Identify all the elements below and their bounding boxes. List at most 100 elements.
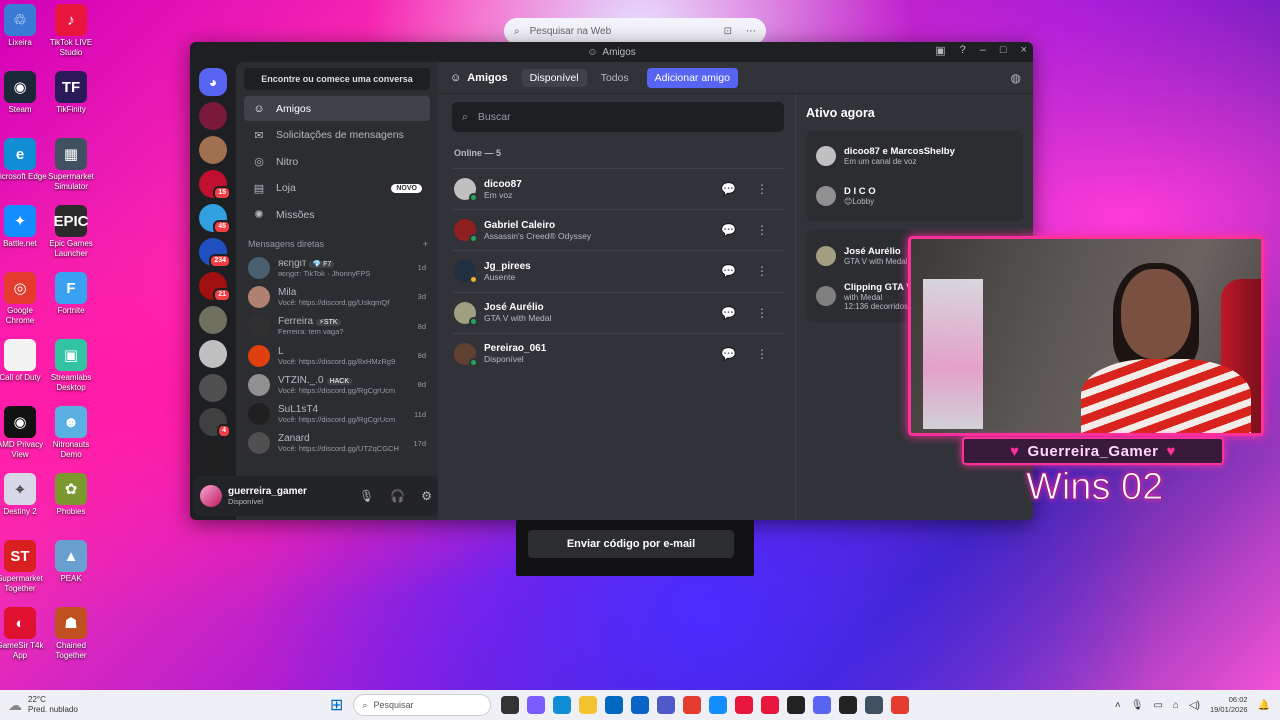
- help-icon[interactable]: ?: [960, 44, 966, 57]
- desktop-shortcut[interactable]: TF TikFinity: [46, 71, 96, 138]
- visual-search-icon[interactable]: ⊡: [724, 26, 732, 37]
- dm-list-item[interactable]: яєηgιт 💎 F7 яєηgιт: TikTok · JhonnyFPS 1d: [244, 253, 430, 282]
- more-options-icon[interactable]: ⋮: [756, 182, 768, 196]
- nav-quests[interactable]: ✺ Missões: [244, 202, 430, 227]
- desktop-shortcut[interactable]: ☻ Nitronauts Demo: [46, 406, 96, 473]
- discord-home-button[interactable]: ◕: [199, 68, 227, 96]
- gear-icon[interactable]: ⚙: [421, 489, 432, 503]
- message-icon[interactable]: 💬: [721, 264, 736, 278]
- server-icon[interactable]: [199, 374, 227, 402]
- active-card[interactable]: dicoo87 e MarcosShelby Em um canal de voz…: [806, 130, 1023, 222]
- desktop-shortcut[interactable]: ✿ Phobies: [46, 473, 96, 540]
- headphones-icon[interactable]: 🎧: [390, 489, 405, 503]
- message-icon[interactable]: 💬: [721, 347, 736, 361]
- taskbar-search[interactable]: ⌕ Pesquisar: [353, 694, 492, 716]
- more-icon[interactable]: ⋯: [746, 26, 756, 37]
- nav-message-requests[interactable]: ✉ Solicitações de mensagens: [244, 123, 430, 148]
- windows-start-icon[interactable]: ⊞: [330, 695, 343, 715]
- server-icon[interactable]: [199, 340, 227, 368]
- add-friend-button[interactable]: Adicionar amigo: [646, 67, 738, 88]
- friend-row[interactable]: dicoo87 Em voz 💬 ⋮: [452, 168, 784, 209]
- desktop-shortcut[interactable]: ◉ AMD Privacy View: [0, 406, 44, 473]
- edge-icon[interactable]: [553, 696, 572, 714]
- friend-row[interactable]: José Aurélio GTA V with Medal 💬 ⋮: [452, 291, 784, 333]
- dm-list-item[interactable]: VTZIN._.0 HACK Você: https://discord.gg/Rg…: [244, 370, 430, 399]
- monitor-icon[interactable]: ▭: [1153, 700, 1162, 711]
- volume-icon[interactable]: ◁): [1189, 700, 1200, 711]
- copilot-icon[interactable]: [527, 696, 546, 714]
- desktop-shortcut[interactable]: ♪ TikTok LIVE Studio: [46, 4, 96, 71]
- dm-list-item[interactable]: Zanard Você: https://discord.gg/UTZqCGCH 1…: [244, 429, 430, 458]
- network-icon[interactable]: ⌂: [1173, 700, 1179, 711]
- desktop-shortcut[interactable]: ◉ Steam: [0, 71, 44, 138]
- nav-shop[interactable]: ▤ Loja NOVO: [244, 176, 430, 201]
- inbox-icon[interactable]: ▣: [935, 44, 945, 57]
- store-icon[interactable]: [605, 696, 624, 714]
- friend-row[interactable]: Jg_pirees Ausente 💬 ⋮: [452, 250, 784, 291]
- desktop-shortcut[interactable]: ▲ PEAK: [46, 540, 96, 607]
- google-icon[interactable]: [683, 696, 702, 714]
- server-icon[interactable]: [199, 102, 227, 130]
- dm-list-item[interactable]: L Você: https://discord.gg/8xHMzRg9 8d: [244, 341, 430, 370]
- message-icon[interactable]: 💬: [721, 306, 736, 320]
- desktop-shortcut[interactable]: ☗ Chained Together: [46, 607, 96, 674]
- active-now-item[interactable]: dicoo87 e MarcosShelby Em um canal de voz: [816, 136, 1013, 176]
- microphone-icon[interactable]: 🎙: [359, 489, 374, 503]
- file-explorer-icon[interactable]: [579, 696, 598, 714]
- more-options-icon[interactable]: ⋮: [756, 223, 768, 237]
- more-options-icon[interactable]: ⋮: [756, 347, 768, 361]
- desktop-shortcut[interactable]: e Microsoft Edge: [0, 138, 47, 205]
- more-options-icon[interactable]: ⋮: [756, 306, 768, 320]
- friend-row[interactable]: Gabriel Caleiro Assassin's Creed® Odyssey…: [452, 209, 784, 250]
- desktop-shortcut[interactable]: ST Supermarket Together: [0, 540, 44, 607]
- message-icon[interactable]: 💬: [721, 223, 736, 237]
- weather-widget[interactable]: ☁ 22°C Pred. nublado: [0, 695, 200, 715]
- outlook-icon[interactable]: [631, 696, 650, 714]
- tiktok-icon[interactable]: [735, 696, 754, 714]
- avatar[interactable]: [200, 485, 222, 507]
- terminal-icon[interactable]: [787, 696, 806, 714]
- close-button[interactable]: ×: [1021, 44, 1027, 57]
- server-icon[interactable]: 15: [199, 170, 231, 200]
- message-icon[interactable]: 💬: [721, 182, 736, 196]
- new-dm-icon[interactable]: +: [423, 239, 428, 249]
- send-email-code-button[interactable]: Enviar código por e-mail: [528, 530, 734, 558]
- dm-list-item[interactable]: SuL1sT4 Você: https://discord.gg/RgCgrUcm…: [244, 399, 430, 428]
- tab-all[interactable]: Todos: [593, 69, 637, 87]
- server-icon[interactable]: 234: [199, 238, 231, 268]
- desktop-shortcut[interactable]: EPIC Epic Games Launcher: [46, 205, 96, 272]
- call-of-duty-icon[interactable]: [839, 696, 858, 714]
- teams-icon[interactable]: [657, 696, 676, 714]
- server-icon[interactable]: 21: [199, 272, 231, 302]
- desktop-shortcut[interactable]: ◐ GameSir T4k App: [0, 607, 44, 674]
- tab-available[interactable]: Disponível: [521, 68, 587, 87]
- notification-bell-icon[interactable]: 🔔: [1258, 700, 1270, 711]
- clock[interactable]: 06:02 19/01/2026: [1210, 695, 1248, 715]
- desktop-shortcut[interactable]: ▦ Supermarket Simulator: [46, 138, 96, 205]
- nav-friends[interactable]: ☺ Amigos: [244, 96, 430, 121]
- microphone-icon[interactable]: 🎙: [1131, 700, 1144, 711]
- supermarket-sim-icon[interactable]: [865, 696, 884, 714]
- server-icon[interactable]: [199, 136, 227, 164]
- server-icon[interactable]: 45: [199, 204, 231, 234]
- battlenet-icon[interactable]: [709, 696, 728, 714]
- desktop-shortcut[interactable]: ◎ Google Chrome: [0, 272, 44, 339]
- desktop-shortcut[interactable]: ⌖ Destiny 2: [0, 473, 44, 540]
- web-search-bar[interactable]: ⌕ Pesquisar na Web ⊡ ⋯: [504, 18, 766, 44]
- server-icon[interactable]: [199, 306, 227, 334]
- dm-list-item[interactable]: Mila Você: https://discord.gg/UskqmQf 3d: [244, 282, 430, 311]
- dm-list-item[interactable]: Ferreira ⚡STK Ferreira: tem vaga? 8d: [244, 312, 430, 341]
- server-icon[interactable]: [199, 442, 227, 470]
- task-view-icon[interactable]: [501, 696, 520, 714]
- maximize-button[interactable]: □: [1000, 44, 1007, 57]
- chrome-icon[interactable]: [891, 696, 910, 714]
- new-group-dm-icon[interactable]: ◍: [1011, 71, 1021, 85]
- desktop-shortcut[interactable]: ▣ Streamlabs Desktop: [46, 339, 96, 406]
- tikfinity-icon[interactable]: [761, 696, 780, 714]
- server-icon[interactable]: 4: [199, 408, 231, 438]
- chevron-up-icon[interactable]: ˄: [1115, 700, 1121, 711]
- desktop-shortcut[interactable]: ♲ Lixeira: [0, 4, 44, 71]
- more-options-icon[interactable]: ⋮: [756, 264, 768, 278]
- active-now-item[interactable]: D I C O 😊Lobby: [816, 176, 1013, 216]
- nav-nitro[interactable]: ◎ Nitro: [244, 149, 430, 174]
